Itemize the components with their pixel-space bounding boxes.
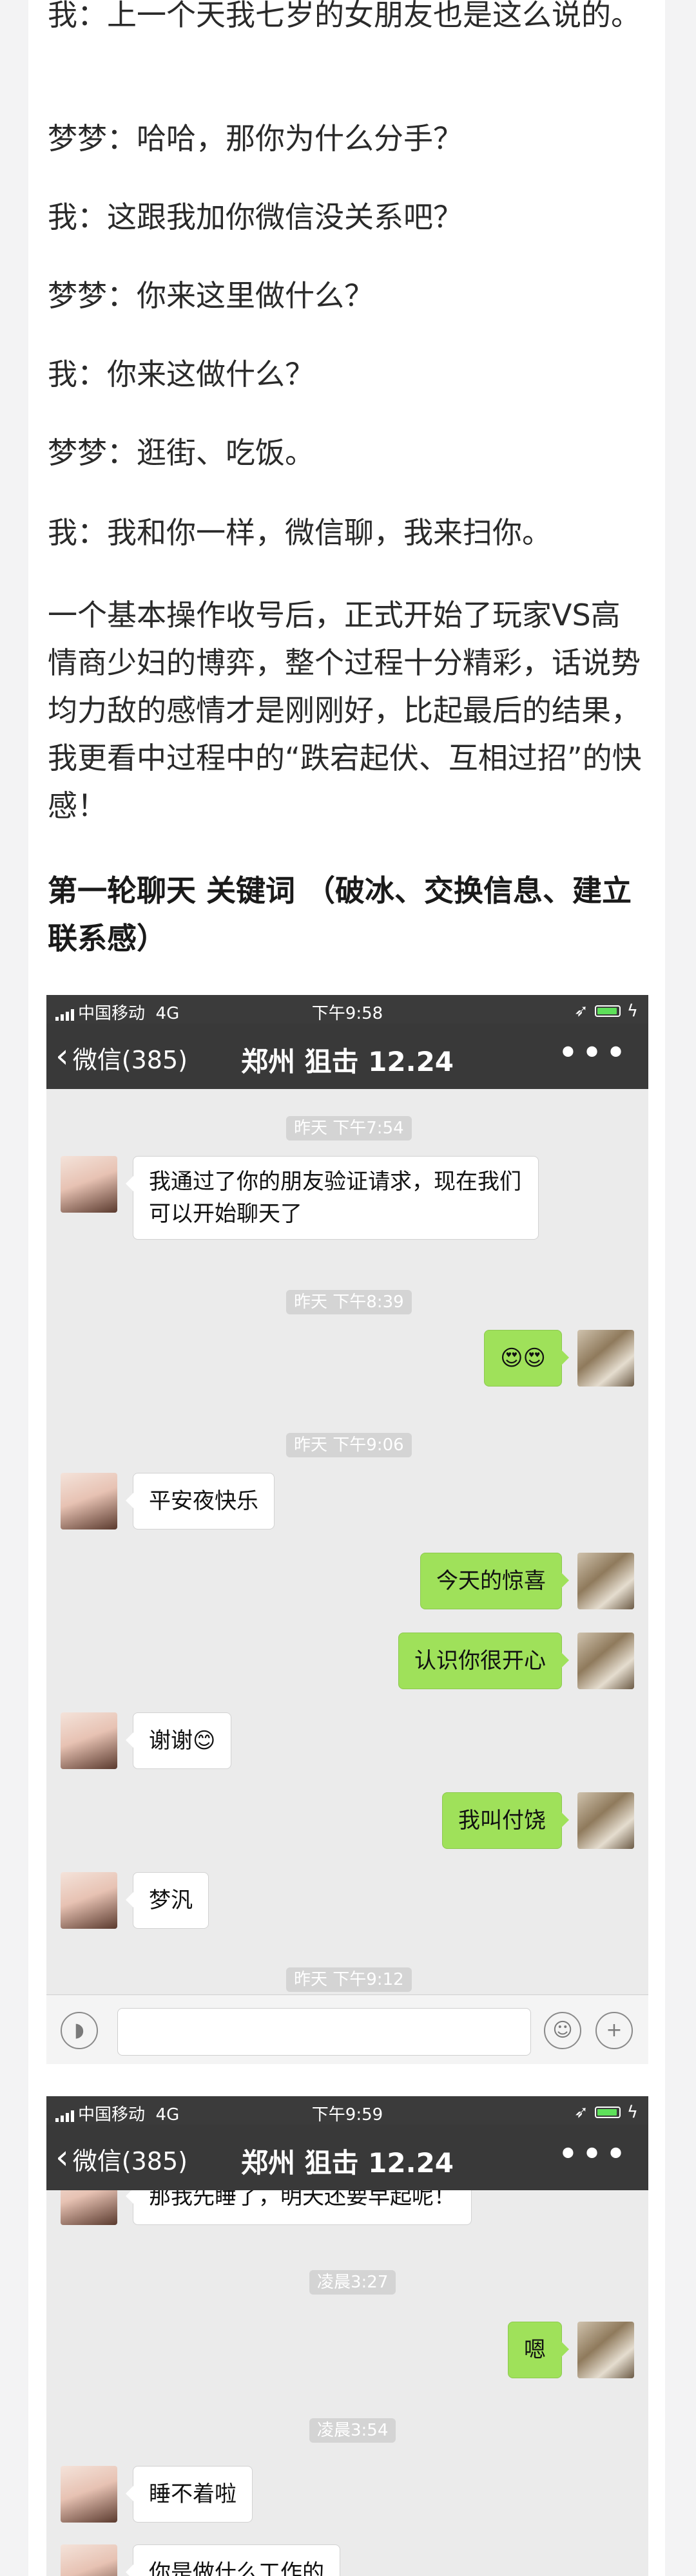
message-out[interactable]: 嗯: [508, 2322, 569, 2378]
avatar-contact[interactable]: [61, 1473, 117, 1530]
battery-icon: [594, 1005, 621, 1017]
charging-icon: ϟ: [626, 2103, 638, 2122]
message-out[interactable]: 我叫付饶: [442, 1792, 569, 1849]
paragraph-5: 我：你来这做什么？: [48, 357, 314, 392]
chat-screenshot-2: 中国移动 4G 下午9:59 ➶ ϟ 那我先睡了，明天还要早起呢！ ‹ 微信(385…: [46, 2096, 648, 2576]
location-icon: ➶: [574, 2103, 588, 2122]
avatar-self[interactable]: [577, 2322, 634, 2378]
timestamp: 凌晨3:27: [309, 2270, 396, 2295]
message-in[interactable]: 我通过了你的朋友验证请求，现在我们可以开始聊天了: [126, 1156, 539, 1240]
timestamp: 昨天 下午9:06: [286, 1433, 412, 1457]
timestamp: 昨天 下午9:12: [286, 1967, 412, 1992]
voice-icon[interactable]: ◗: [61, 2012, 98, 2049]
emoji-icon[interactable]: ☺: [544, 2012, 581, 2049]
message-out[interactable]: 😍😍: [484, 1330, 569, 1387]
charging-icon: ϟ: [626, 1001, 638, 1021]
nav-bar: ‹ 微信(385) 郑州 狙击 12.24 •••: [46, 2125, 648, 2190]
timestamp: 凌晨3:54: [309, 2418, 396, 2443]
status-time: 下午9:58: [311, 1004, 383, 1023]
status-bar: 中国移动 4G 下午9:58 ➶ ϟ: [46, 995, 648, 1023]
input-bar: ◗ ☺ +: [46, 1994, 648, 2064]
chat-screenshot-1: 中国移动 4G 下午9:58 ➶ ϟ ‹ 微信(385) 郑州 狙击 12.24 •…: [46, 995, 648, 2064]
paragraph-4: 梦梦：你来这里做什么？: [48, 278, 374, 313]
message-in[interactable]: 你是做什么工作的: [126, 2544, 340, 2576]
avatar-self[interactable]: [577, 1633, 634, 1689]
article: 我：上一个天我七岁的女朋友也是这么说的。 梦梦：哈哈，那你为什么分手？ 我：这跟…: [28, 0, 665, 2576]
avatar-self[interactable]: [577, 1330, 634, 1387]
avatar-self[interactable]: [577, 1553, 634, 1609]
more-icon[interactable]: •••: [557, 2134, 629, 2175]
avatar-contact[interactable]: [61, 1156, 117, 1213]
avatar-self[interactable]: [577, 1792, 634, 1849]
paragraph-3: 我：这跟我加你微信没关系吧？: [48, 200, 463, 234]
status-time: 下午9:59: [311, 2105, 383, 2125]
message-input[interactable]: [117, 2008, 531, 2056]
paragraph-6: 梦梦：逛街、吃饭。: [48, 435, 314, 470]
avatar-contact[interactable]: [61, 1872, 117, 1929]
message-in[interactable]: 平安夜快乐: [126, 1473, 275, 1530]
message-out[interactable]: 今天的惊喜: [420, 1553, 569, 1609]
avatar-contact[interactable]: [61, 1712, 117, 1769]
paragraph-7: 我：我和你一样，微信聊，我来扫你。: [48, 515, 552, 550]
paragraph-1: 我：上一个天我七岁的女朋友也是这么说的。: [48, 0, 641, 32]
status-bar: 中国移动 4G 下午9:59 ➶ ϟ: [46, 2096, 648, 2125]
paragraph-2: 梦梦：哈哈，那你为什么分手？: [48, 121, 463, 156]
plus-icon[interactable]: +: [595, 2012, 633, 2049]
message-out[interactable]: 认识你很开心: [398, 1633, 569, 1689]
avatar-contact[interactable]: [61, 2466, 117, 2523]
section-heading: 第一轮聊天 关键词 （破冰、交换信息、建立联系感）: [48, 873, 632, 956]
location-icon: ➶: [574, 1001, 588, 1021]
paragraph-8: 一个基本操作收号后，正式开始了玩家VS高情商少妇的博弈，整个过程十分精彩，话说势…: [48, 598, 642, 823]
more-icon[interactable]: •••: [557, 1032, 629, 1074]
nav-bar: ‹ 微信(385) 郑州 狙击 12.24 •••: [46, 1023, 648, 1089]
message-in[interactable]: 睡不着啦: [126, 2466, 253, 2523]
message-in[interactable]: 梦汎: [126, 1872, 209, 1929]
battery-icon: [594, 2107, 621, 2118]
avatar-contact[interactable]: [61, 2544, 117, 2576]
timestamp: 昨天 下午7:54: [286, 1116, 412, 1141]
timestamp: 昨天 下午8:39: [286, 1290, 412, 1314]
message-in[interactable]: 谢谢😊: [125, 1712, 232, 1769]
